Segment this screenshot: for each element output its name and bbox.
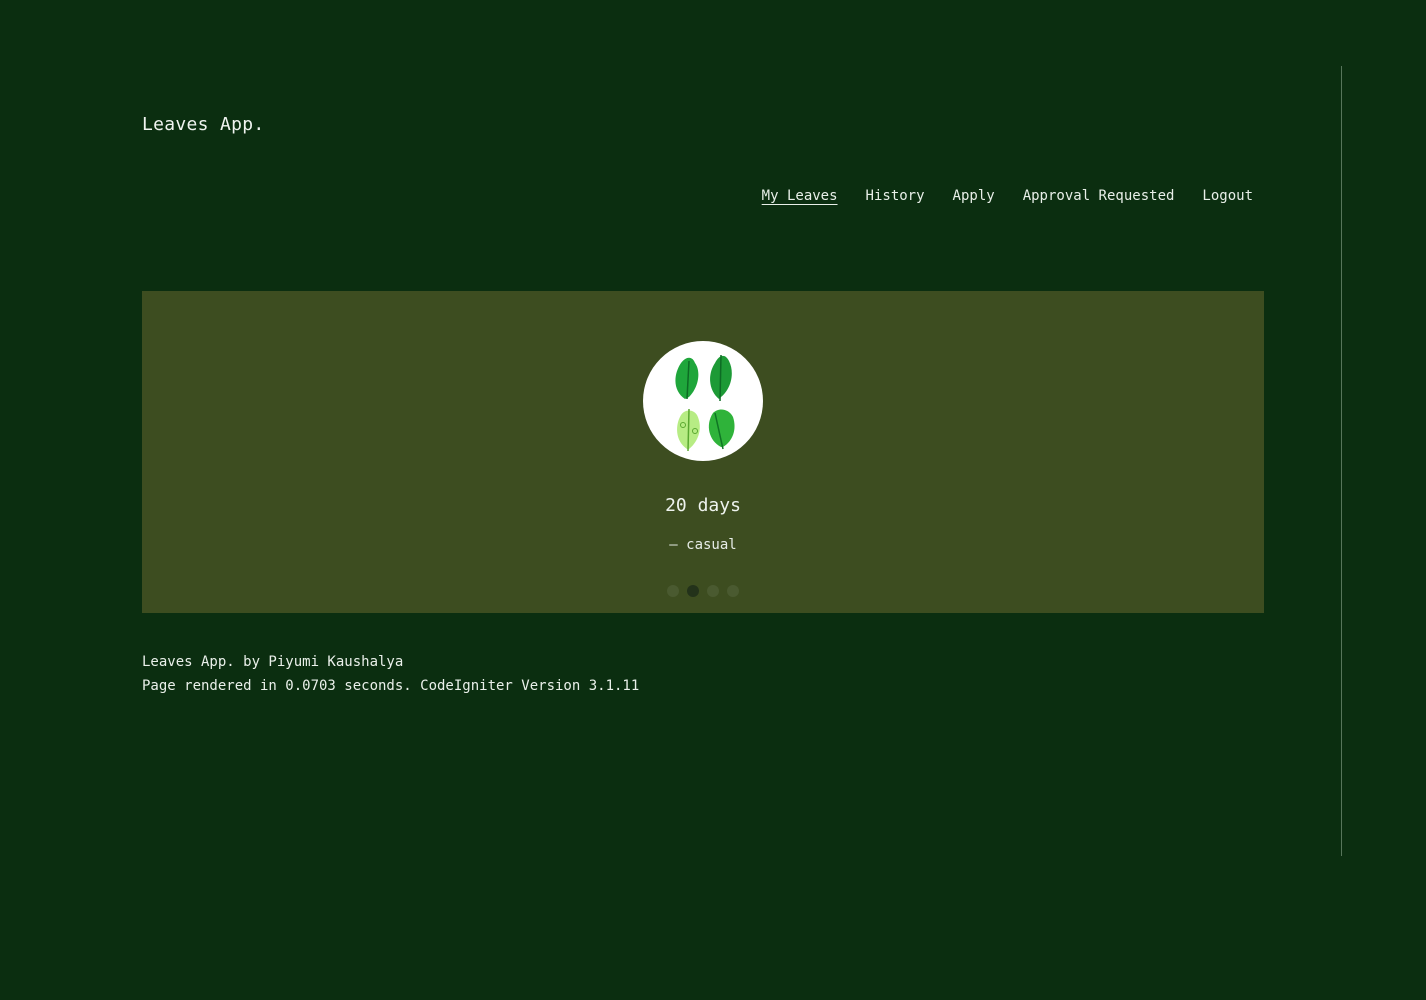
- main-nav: My Leaves History Apply Approval Request…: [762, 188, 1253, 204]
- nav-history[interactable]: History: [866, 188, 925, 204]
- leave-type-label: — casual: [669, 537, 737, 553]
- nav-logout[interactable]: Logout: [1202, 188, 1253, 204]
- footer-credit: Leaves App. by Piyumi Kaushalya: [142, 654, 404, 670]
- right-divider: [1341, 66, 1342, 856]
- carousel-dot-3[interactable]: [707, 585, 719, 597]
- leave-carousel: 20 days — casual: [142, 291, 1264, 613]
- nav-my-leaves[interactable]: My Leaves: [762, 188, 838, 204]
- nav-apply[interactable]: Apply: [953, 188, 995, 204]
- page-footer: Leaves App. by Piyumi Kaushalya Page ren…: [142, 650, 639, 698]
- app-title: Leaves App.: [142, 114, 265, 135]
- footer-render-info: Page rendered in 0.0703 seconds. CodeIgn…: [142, 678, 640, 694]
- nav-approval-requested[interactable]: Approval Requested: [1023, 188, 1175, 204]
- carousel-dot-2[interactable]: [687, 585, 699, 597]
- leaves-illustration-icon: [643, 341, 763, 461]
- carousel-dot-1[interactable]: [667, 585, 679, 597]
- carousel-dot-4[interactable]: [727, 585, 739, 597]
- carousel-indicators: [142, 585, 1264, 597]
- leave-days-count: 20 days: [665, 495, 741, 516]
